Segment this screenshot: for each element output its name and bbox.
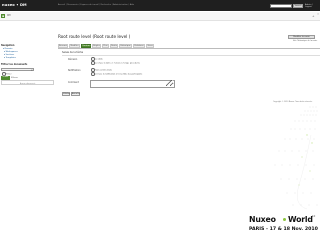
notification-label: Notification xyxy=(68,69,81,72)
modify-route-button[interactable]: Modifier la route xyxy=(288,35,315,39)
tab-rights[interactable]: Droits xyxy=(110,44,118,48)
event-name-left: Nuxeo xyxy=(249,215,276,224)
world-map-graphic xyxy=(274,106,318,210)
event-logo: Nuxeo World 10 PARIS - 17 & 18 Nov. 2010 xyxy=(249,215,319,237)
radio-icon xyxy=(2,72,6,76)
event-year: 10 xyxy=(312,215,316,218)
tab-manage[interactable]: Gérer xyxy=(146,44,154,48)
decision-label: Décision xyxy=(68,58,78,61)
option-label: Sans commentaire xyxy=(95,69,113,72)
option-label: Je valide xyxy=(95,58,103,61)
cancel-button[interactable]: Annuler xyxy=(71,92,80,96)
notification-option-none[interactable]: Sans commentaire xyxy=(91,68,112,72)
top-bar: nuxeo • DM Accueil | Documents | Espaces… xyxy=(0,0,320,11)
decision-option-reject[interactable]: Je refuse la tâche et l'envoie à l'étape… xyxy=(91,61,140,65)
comment-textarea[interactable] xyxy=(90,80,175,88)
event-date: PARIS - 17 & 18 Nov. 2010 xyxy=(249,226,318,232)
tab-flow[interactable]: Flux xyxy=(102,44,109,48)
tree-item-templates[interactable]: ▸ Templates xyxy=(4,57,16,59)
radio-icon xyxy=(91,61,95,65)
footer-copyright: Copyright © 2010 Nuxeo. Tous droits rése… xyxy=(273,101,313,103)
sidebar-filter-title: Filtrer les documents xyxy=(1,63,28,66)
tab-content[interactable]: Contenu xyxy=(81,44,91,48)
radio-icon xyxy=(91,72,95,76)
app-logo[interactable]: nuxeo • DM xyxy=(2,3,27,7)
tree-item-label: Domain xyxy=(4,48,13,50)
tree-item-workspaces[interactable]: ▸ Workspaces xyxy=(4,51,18,53)
filter-results-text: Aucun document xyxy=(20,83,36,85)
radio-icon xyxy=(91,57,95,61)
tree-item-sections[interactable]: ▸ Sections xyxy=(4,54,14,56)
filter-select[interactable]: ▾ xyxy=(1,68,34,72)
comment-label: Comment xyxy=(68,81,79,84)
tree-item-label: Workspaces xyxy=(5,51,18,53)
option-label: J'envoie la notification à l'ensemble de… xyxy=(95,73,143,76)
tab-edit[interactable]: Modifier xyxy=(69,44,80,48)
search-button[interactable]: Search xyxy=(293,3,303,8)
tree-item-domain[interactable]: ▸ Domain xyxy=(3,48,12,50)
tab-summary[interactable]: Résumé xyxy=(58,44,68,48)
tab-rules[interactable]: Règles xyxy=(92,44,101,48)
sidebar-navigation-title: Navigation xyxy=(1,44,15,47)
event-name-right: World xyxy=(288,215,313,224)
workspace-icon: ▪ xyxy=(1,13,5,18)
page-title: Root route level (Root route level ) xyxy=(58,34,131,39)
route-history-link[interactable]: Voir l'historique de la route xyxy=(293,40,317,42)
filter-button[interactable]: Filtrer xyxy=(1,76,10,80)
filter-radio-label: Filtrer xyxy=(6,73,12,76)
filter-radio[interactable]: Filtrer xyxy=(2,72,11,76)
user-links[interactable]: Admin | Logout xyxy=(305,4,320,8)
notification-option-all[interactable]: J'envoie la notification à l'ensemble de… xyxy=(91,72,142,76)
decision-option-approve[interactable]: Je valide xyxy=(91,57,103,61)
top-navigation[interactable]: Accueil | Documents | Espaces de travail… xyxy=(58,4,134,6)
clear-filter-link[interactable]: Effacer xyxy=(11,77,18,79)
tab-history[interactable]: Historique xyxy=(119,44,132,48)
tab-relations[interactable]: Relations xyxy=(133,44,145,48)
search-input[interactable] xyxy=(270,3,292,8)
option-label: Je refuse la tâche et l'envoie à l'étape… xyxy=(95,62,141,65)
scroll-top-icon[interactable]: ⇧ xyxy=(317,13,319,16)
add-icon[interactable]: + xyxy=(312,14,315,18)
tree-item-label: Sections xyxy=(5,54,15,56)
submit-button[interactable]: Valider xyxy=(62,92,70,96)
workspace-header: ▪ DM + xyxy=(0,12,320,21)
event-dot-icon xyxy=(283,218,286,221)
chevron-down-icon: ▾ xyxy=(31,68,33,72)
section-divider xyxy=(62,54,320,56)
radio-icon xyxy=(91,68,95,72)
tab-bar: Résumé Modifier Contenu Règles Flux Droi… xyxy=(58,44,320,49)
workspace-label[interactable]: DM xyxy=(7,14,11,17)
tree-item-label: Templates xyxy=(5,57,16,59)
